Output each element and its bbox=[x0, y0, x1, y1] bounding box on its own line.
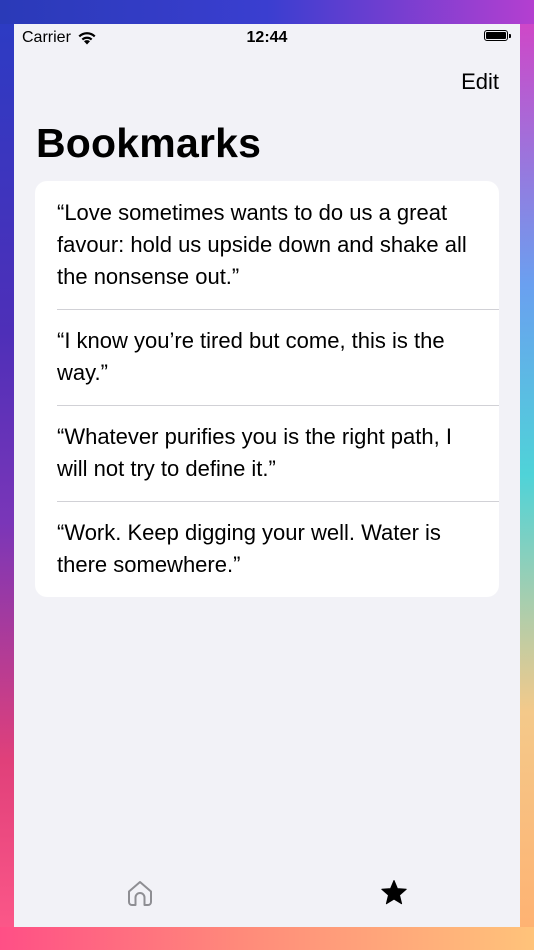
bookmark-row[interactable]: “I know you’re tired but come, this is t… bbox=[35, 309, 499, 405]
battery-icon bbox=[484, 30, 511, 41]
background-gradient-left bbox=[0, 0, 14, 950]
edit-button[interactable]: Edit bbox=[461, 69, 499, 95]
bookmarks-list: “Love sometimes wants to do us a great f… bbox=[35, 181, 499, 597]
tab-bookmarks[interactable] bbox=[374, 873, 414, 913]
bookmark-row[interactable]: “Whatever purifies you is the right path… bbox=[35, 405, 499, 501]
status-time: 12:44 bbox=[246, 29, 288, 46]
tab-home[interactable] bbox=[120, 873, 160, 913]
page-title: Bookmarks bbox=[36, 120, 262, 166]
tab-bar bbox=[14, 857, 520, 927]
battery-level bbox=[486, 32, 506, 39]
bookmark-row[interactable]: “Love sometimes wants to do us a great f… bbox=[35, 181, 499, 309]
bookmark-quote: “Whatever purifies you is the right path… bbox=[57, 424, 452, 481]
phone-screen: Carrier 12:44 Edit Bookmarks “Love somet… bbox=[14, 24, 520, 927]
status-bar: Carrier 12:44 bbox=[14, 24, 520, 54]
background-gradient-bottom bbox=[0, 927, 534, 950]
background-gradient-top bbox=[0, 0, 534, 24]
bookmark-row[interactable]: “Work. Keep digging your well. Water is … bbox=[35, 501, 499, 597]
house-icon bbox=[128, 881, 152, 906]
bookmark-quote: “Work. Keep digging your well. Water is … bbox=[57, 520, 441, 577]
background-gradient-right bbox=[520, 0, 534, 950]
bookmark-quote: “I know you’re tired but come, this is t… bbox=[57, 328, 445, 385]
bookmark-quote: “Love sometimes wants to do us a great f… bbox=[57, 200, 467, 289]
star-icon bbox=[381, 880, 407, 905]
